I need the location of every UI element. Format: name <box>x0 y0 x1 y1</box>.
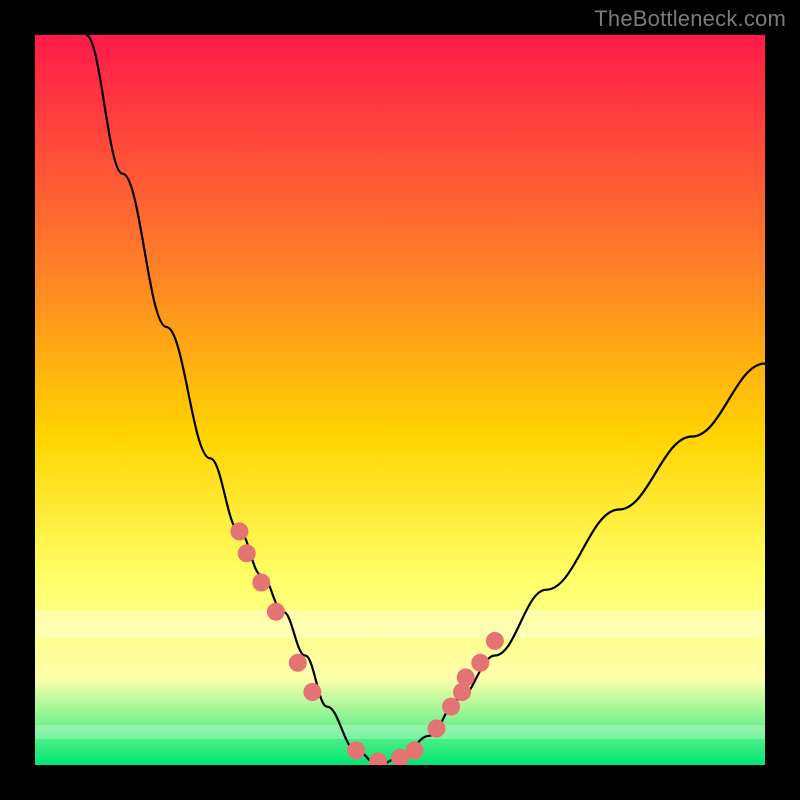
data-marker <box>303 683 321 701</box>
chart-svg <box>35 35 765 765</box>
data-marker <box>471 654 489 672</box>
chart-frame: TheBottleneck.com <box>0 0 800 800</box>
data-marker <box>428 720 446 738</box>
data-marker <box>238 544 256 562</box>
gradient-background <box>35 35 765 765</box>
data-marker <box>267 603 285 621</box>
data-marker <box>347 741 365 759</box>
plot-area <box>35 35 765 765</box>
highlight-band-2 <box>35 725 765 739</box>
highlight-band-1 <box>35 610 765 638</box>
watermark-text: TheBottleneck.com <box>594 6 786 32</box>
data-marker <box>289 654 307 672</box>
data-marker <box>230 522 248 540</box>
data-marker <box>486 632 504 650</box>
data-marker <box>442 698 460 716</box>
data-marker <box>406 741 424 759</box>
data-marker <box>252 574 270 592</box>
data-marker <box>457 668 475 686</box>
